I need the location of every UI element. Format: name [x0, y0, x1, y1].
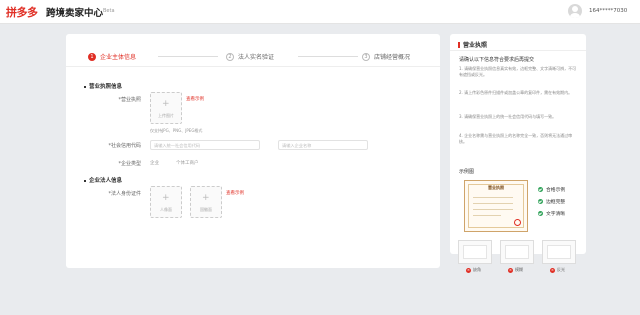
check-icon — [538, 187, 543, 192]
site-title: 跨境卖家中心 — [46, 8, 104, 19]
format-hint: 仅支持JPG、PNG、JPEG格式 — [150, 128, 203, 133]
sample-license-title: 营业执照 — [488, 185, 504, 190]
guide-title: 营业执照 — [458, 40, 487, 49]
step-label: 店铺经营概况 — [374, 54, 411, 61]
license-label: *营业执照 — [118, 97, 141, 103]
id-back-upload[interactable]: + 国徽面 — [190, 186, 222, 218]
check-item-2: 边框完整 — [538, 198, 565, 205]
id-front-upload[interactable]: + 人像面 — [150, 186, 182, 218]
account-phone[interactable]: 164*****7030 — [589, 8, 627, 14]
step-number: 3 — [362, 52, 370, 61]
bad-sample-2-caption: × 模糊 — [508, 267, 523, 273]
bad-sample-3-caption: × 反光 — [550, 267, 565, 273]
cross-icon: × — [466, 267, 471, 273]
sample-label: 示例图 — [459, 169, 475, 175]
company-name-input[interactable]: 请输入企业名称 — [278, 140, 368, 150]
cross-icon: × — [508, 267, 513, 273]
guide-rule-1: 1. 请确保营业执照信息真实有效，边框完整、文字清晰可辨，不可有遮挡或反光。 — [459, 66, 577, 77]
guide-rule-4: 4. 企业名称需与营业执照上的名称完全一致，否则将无法通过审核。 — [459, 133, 573, 144]
check-icon — [538, 211, 543, 216]
view-example-link[interactable]: 查看示例 — [186, 96, 204, 102]
user-avatar-icon[interactable] — [568, 4, 582, 18]
company-type-label: *企业类型 — [118, 161, 141, 167]
beta-badge: Beta — [103, 8, 115, 14]
step-1[interactable]: 1 企业主体信息 — [88, 52, 136, 61]
steps-underline — [66, 66, 440, 67]
step-divider — [298, 56, 358, 57]
cross-icon: × — [550, 267, 555, 273]
step-label: 企业主体信息 — [100, 54, 137, 61]
bad-sample-2-image — [500, 240, 534, 264]
id-back-text: 国徽面 — [200, 207, 212, 212]
id-front-text: 人像面 — [160, 207, 172, 212]
sample-license-image: 营业执照 — [464, 180, 528, 232]
guide-rule-3: 3. 请确保营业执照上的统一社会信用代码与填写一致。 — [459, 114, 557, 119]
step-3[interactable]: 3 店铺经营概况 — [362, 52, 410, 61]
license-upload[interactable]: + 上传图片 — [150, 92, 182, 124]
view-example-link-2[interactable]: 查看示例 — [226, 190, 244, 196]
guide-divider — [450, 50, 586, 51]
check-icon — [538, 199, 543, 204]
top-bar: 拼多多 跨境卖家中心 Beta 164*****7030 — [0, 0, 640, 24]
bad-sample-1-image — [458, 240, 492, 264]
plus-icon: + — [162, 193, 170, 203]
credit-code-label: *社会信用代码 — [108, 143, 141, 149]
step-label: 法人实名验证 — [238, 54, 275, 61]
section-legal-info: 企业法人信息 — [84, 176, 122, 184]
step-number: 1 — [88, 52, 96, 61]
section-license-info: 营业执照信息 — [84, 82, 122, 90]
plus-icon: + — [202, 193, 210, 203]
step-2[interactable]: 2 法人实名验证 — [226, 52, 274, 61]
guide-rule-2: 2. 请上传彩色原件扫描件或加盖公章的复印件，需在有效期内。 — [459, 90, 573, 95]
guide-subtitle: 请确认以下信息符合要求后再提交 — [459, 57, 535, 63]
plus-icon: + — [162, 99, 170, 109]
step-number: 2 — [226, 52, 234, 61]
bad-sample-3-image — [542, 240, 576, 264]
seal-icon — [514, 219, 521, 226]
type-option-company[interactable]: 企业 — [150, 160, 159, 166]
credit-code-input[interactable]: 请输入统一社会信用代码 — [150, 140, 260, 150]
legal-id-label: *法人身份证件 — [108, 191, 141, 197]
pinduoduo-logo[interactable]: 拼多多 — [6, 4, 38, 20]
step-divider — [158, 56, 218, 57]
form-card: 1 企业主体信息 2 法人实名验证 3 店铺经营概况 营业执照信息 *营业执照 … — [66, 34, 440, 268]
upload-text: 上传图片 — [158, 113, 174, 118]
type-option-individual[interactable]: 个体工商户 — [176, 160, 199, 166]
bad-sample-1-caption: × 缺角 — [466, 267, 481, 273]
license-guide-panel: 营业执照 请确认以下信息符合要求后再提交 1. 请确保营业执照信息真实有效，边框… — [450, 34, 586, 273]
check-item-3: 文字清晰 — [538, 210, 565, 217]
check-item-1: 合格示例 — [538, 186, 565, 193]
